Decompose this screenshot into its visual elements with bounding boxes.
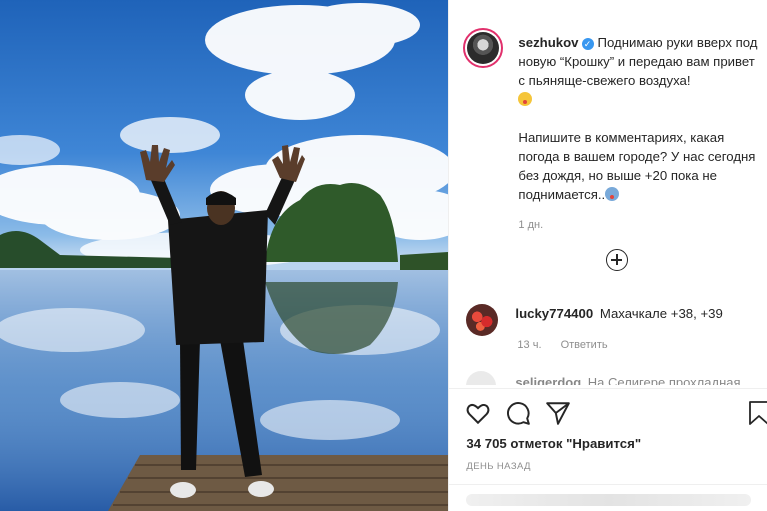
tongue-emoji-icon <box>518 92 533 106</box>
add-comment-field[interactable] <box>466 494 752 506</box>
likes-count[interactable]: 34 705 отметок "Нравится" <box>466 436 641 451</box>
commenter-avatar[interactable] <box>466 371 497 385</box>
heart-icon[interactable] <box>465 400 491 426</box>
verified-badge-icon: ✓ <box>581 38 594 50</box>
caption: sezhukov ✓ Поднимаю руки вверх под новую “… <box>463 28 763 235</box>
caption-paragraph-2-text: Напишите в комментариях, какая погода в … <box>518 130 756 202</box>
bookmark-icon[interactable] <box>747 400 767 426</box>
post-side-panel: sezhukov ✓ Поднимаю руки вверх под новую “… <box>448 0 767 511</box>
caption-text: sezhukov ✓ Поднимаю руки вверх под новую “… <box>518 33 763 235</box>
comment-body: seligerdog На Селигере прохладная <box>515 375 740 385</box>
comment-meta: 13 ч. Ответить <box>517 339 623 351</box>
comment-item: lucky774400 Махачкале +38, +39 <box>466 304 766 336</box>
divider <box>449 484 767 485</box>
comment-text: На Селигере прохладная <box>587 375 741 385</box>
post-photo[interactable] <box>0 0 449 511</box>
commenter-username[interactable]: lucky774400 <box>515 306 593 321</box>
author-avatar-image <box>467 32 500 64</box>
commenter-avatar[interactable] <box>466 304 499 336</box>
comment-text: Махачкале +38, +39 <box>599 306 723 321</box>
comment-time: 13 ч. <box>517 339 542 351</box>
caption-paragraph-2: Напишите в комментариях, какая погода в … <box>518 128 763 204</box>
divider <box>449 388 767 389</box>
plus-circle-icon[interactable] <box>606 249 629 271</box>
rain-emoji-icon <box>605 187 620 201</box>
paper-plane-icon[interactable] <box>545 400 571 426</box>
posted-ago: ДЕНЬ НАЗАД <box>466 461 531 472</box>
action-bar <box>465 400 585 426</box>
commenter-username[interactable]: seligerdog <box>515 375 581 385</box>
caption-time: 1 дн. <box>518 219 544 231</box>
author-username[interactable]: sezhukov <box>518 35 578 50</box>
reply-button[interactable]: Ответить <box>561 339 608 351</box>
photo-scene <box>0 3 449 511</box>
comment-item: seligerdog На Селигере прохладная <box>466 371 766 385</box>
instagram-post: sezhukov ✓ Поднимаю руки вверх под новую “… <box>0 0 767 511</box>
comment-icon[interactable] <box>505 400 531 426</box>
comment-body: lucky774400 Махачкале +38, +39 <box>515 306 722 336</box>
author-avatar[interactable] <box>463 28 504 68</box>
